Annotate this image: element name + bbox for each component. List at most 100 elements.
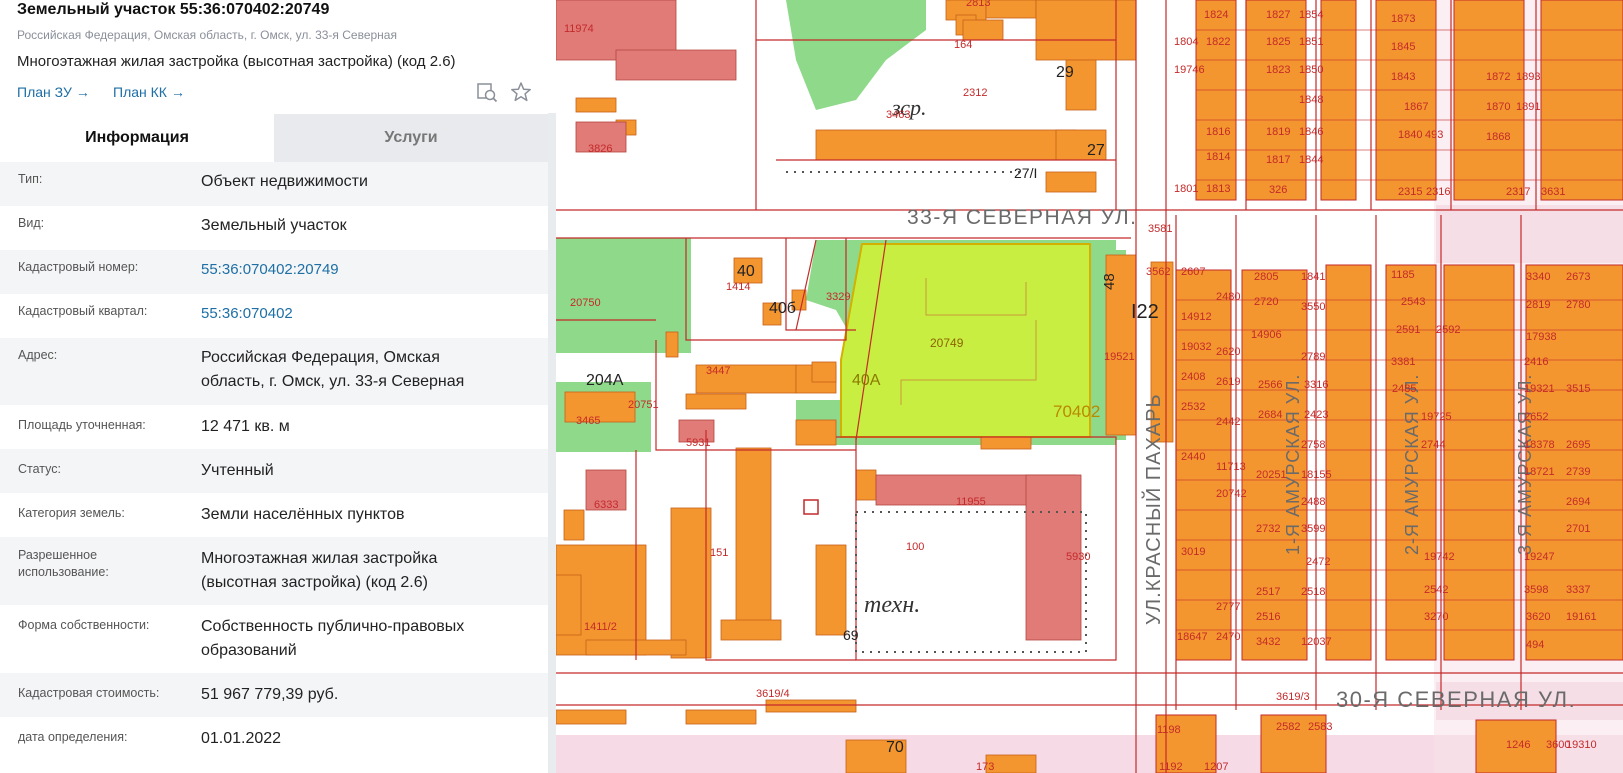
parcel-number-label: 2542 bbox=[1424, 584, 1448, 596]
parcel-number-label: 18155 bbox=[1301, 469, 1332, 481]
parcel-number-label: 2470 bbox=[1216, 631, 1240, 643]
parcel-number-label: 2516 bbox=[1256, 611, 1280, 623]
parcel-number-label: 19032 bbox=[1181, 341, 1212, 353]
plan-kk-label: План КК bbox=[113, 84, 167, 100]
house-number: 40б bbox=[769, 300, 796, 317]
parcel-number-label: 2488 bbox=[1301, 496, 1325, 508]
parcel-number-label: 2813 bbox=[966, 0, 990, 9]
parcel-number-label: 3826 bbox=[588, 143, 612, 155]
parcel-number-label: 3599 bbox=[1301, 523, 1325, 535]
star-icon[interactable] bbox=[510, 81, 532, 103]
parcel-number-label: 1804 bbox=[1174, 36, 1198, 48]
row-label: Адрес: bbox=[18, 348, 58, 362]
parcel-number-label: 20251 bbox=[1256, 469, 1287, 481]
row-cadastral-value: Кадастровая стоимость: 51 967 779,39 руб… bbox=[0, 673, 548, 717]
parcel-number-label: 2777 bbox=[1216, 601, 1240, 613]
selected-parcel-label: 20749 bbox=[930, 336, 964, 350]
parcel-number-label: 3581 bbox=[1148, 223, 1172, 235]
quarter-label: 70402 bbox=[1053, 402, 1100, 421]
parcel-number-label: 1841 bbox=[1301, 271, 1325, 283]
parcel-number-label: 19725 bbox=[1421, 411, 1452, 423]
parcel-number-label: 2517 bbox=[1256, 586, 1280, 598]
parcel-number-label: 2583 bbox=[1308, 721, 1332, 733]
panel-scrollbar[interactable] bbox=[548, 113, 556, 773]
plan-zu-link[interactable]: План ЗУ → bbox=[17, 84, 90, 100]
parcel-number-label: 2673 bbox=[1566, 271, 1590, 283]
cadastral-quarter-link[interactable]: 55:36:070402 bbox=[201, 302, 531, 326]
cadastral-map[interactable]: 33-Я СЕВЕРНАЯ УЛ. УЛ.КРАСНЫЙ ПАХАРЬ 30-Я… bbox=[556, 0, 1623, 773]
parcel-number-label: 3447 bbox=[706, 365, 730, 377]
parcel-number-label: 1873 bbox=[1391, 13, 1415, 25]
parcel-number-label: 2591 bbox=[1396, 324, 1420, 336]
parcel-number-label: 3270 bbox=[1424, 611, 1448, 623]
plan-kk-link[interactable]: План КК → bbox=[113, 84, 185, 100]
parcel-address-subtitle: Российская Федерация, Омская область, г.… bbox=[17, 28, 397, 42]
parcel-number-label: 1817 bbox=[1266, 154, 1290, 166]
row-address: Адрес: Российская Федерация, Омская обла… bbox=[0, 338, 548, 405]
house-number: 40А bbox=[852, 372, 881, 389]
parcel-number-label: 2440 bbox=[1181, 451, 1205, 463]
row-land-category: Категория земель: Земли населённых пункт… bbox=[0, 493, 548, 537]
parcel-number-label: 2780 bbox=[1566, 299, 1590, 311]
parcel-number-label: 14906 bbox=[1251, 329, 1282, 341]
parcel-number-label: 1868 bbox=[1486, 131, 1510, 143]
tab-services[interactable]: Услуги bbox=[274, 114, 548, 162]
cadastral-number-link[interactable]: 55:36:070402:20749 bbox=[201, 258, 531, 282]
area-label-tekhn: техн. bbox=[864, 592, 920, 618]
arrow-right-icon: → bbox=[170, 84, 185, 100]
parcel-number-label: 1872 bbox=[1486, 71, 1510, 83]
parcel-number-label: 19247 bbox=[1524, 551, 1555, 563]
parcel-number-label: 3515 bbox=[1566, 383, 1590, 395]
search-map-icon[interactable] bbox=[476, 81, 498, 103]
row-ownership: Форма собственности: Собственность публи… bbox=[0, 605, 548, 673]
parcel-number-label: 20750 bbox=[570, 297, 601, 309]
row-value: 51 967 779,39 руб. bbox=[201, 686, 339, 703]
row-value: Собственность публично-правовых образова… bbox=[201, 618, 465, 659]
row-value: 01.01.2022 bbox=[201, 730, 282, 747]
parcel-number-label: 1823 bbox=[1266, 64, 1290, 76]
row-value: Земельный участок bbox=[201, 217, 347, 234]
parcel-number-label: 493 bbox=[1425, 129, 1443, 141]
parcel-number-label: 19321 bbox=[1524, 383, 1555, 395]
parcel-number-label: 2480 bbox=[1216, 291, 1240, 303]
plan-zu-label: План ЗУ bbox=[17, 84, 72, 100]
parcel-number-label: 3550 bbox=[1301, 301, 1325, 313]
parcel-number-label: 1822 bbox=[1206, 36, 1230, 48]
parcel-number-label: 3562 bbox=[1146, 266, 1170, 278]
parcel-number-label: 3316 bbox=[1304, 379, 1328, 391]
parcel-number-label: 19746 bbox=[1174, 64, 1205, 76]
house-number: 69 bbox=[843, 627, 859, 643]
row-value: Российская Федерация, Омская область, г.… bbox=[201, 349, 465, 390]
row-label: Статус: bbox=[18, 462, 61, 476]
arrow-right-icon: → bbox=[75, 84, 90, 100]
tab-bar: Информация Услуги bbox=[0, 114, 548, 162]
house-number: 29 bbox=[1056, 64, 1074, 81]
house-number: 27/I bbox=[1014, 165, 1037, 181]
parcel-number-label: 1816 bbox=[1206, 126, 1230, 138]
tab-information[interactable]: Информация bbox=[0, 114, 274, 162]
parcel-number-label: 19742 bbox=[1424, 551, 1455, 563]
parcel-number-label: 1893 bbox=[1516, 71, 1540, 83]
parcel-number-label: 3463 bbox=[886, 109, 910, 121]
parcel-number-label: 18378 bbox=[1524, 439, 1555, 451]
parcel-number-label: 326 bbox=[1269, 184, 1287, 196]
parcel-number-label: 1854 bbox=[1299, 9, 1323, 21]
parcel-number-label: 2442 bbox=[1216, 416, 1240, 428]
row-kind: Вид: Земельный участок bbox=[0, 206, 548, 250]
parcel-number-label: 14912 bbox=[1181, 311, 1212, 323]
info-panel: Земельный участок 55:36:070402:20749 Рос… bbox=[0, 0, 556, 773]
parcel-number-label: 1827 bbox=[1266, 9, 1290, 21]
row-cadastral-number: Кадастровый номер: 55:36:070402:20749 bbox=[0, 250, 548, 294]
parcel-number-label: 2732 bbox=[1256, 523, 1280, 535]
properties-list: Тип: Объект недвижимости Вид: Земельный … bbox=[0, 162, 548, 761]
house-number: 70 bbox=[886, 739, 904, 756]
parcel-number-label: 2720 bbox=[1254, 296, 1278, 308]
parcel-number-label: 2805 bbox=[1254, 271, 1278, 283]
street-label-1-amurskaya: 1-Я АМУРСКАЯ УЛ. bbox=[1283, 374, 1303, 555]
street-label-krasny-pakhar: УЛ.КРАСНЫЙ ПАХАРЬ bbox=[1141, 393, 1165, 625]
parcel-number-label: 17938 bbox=[1526, 331, 1557, 343]
house-number: 204А bbox=[586, 372, 624, 389]
parcel-number-label: 2423 bbox=[1304, 409, 1328, 421]
parcel-number-label: 2566 bbox=[1258, 379, 1282, 391]
parcel-number-label: 3598 bbox=[1524, 584, 1548, 596]
